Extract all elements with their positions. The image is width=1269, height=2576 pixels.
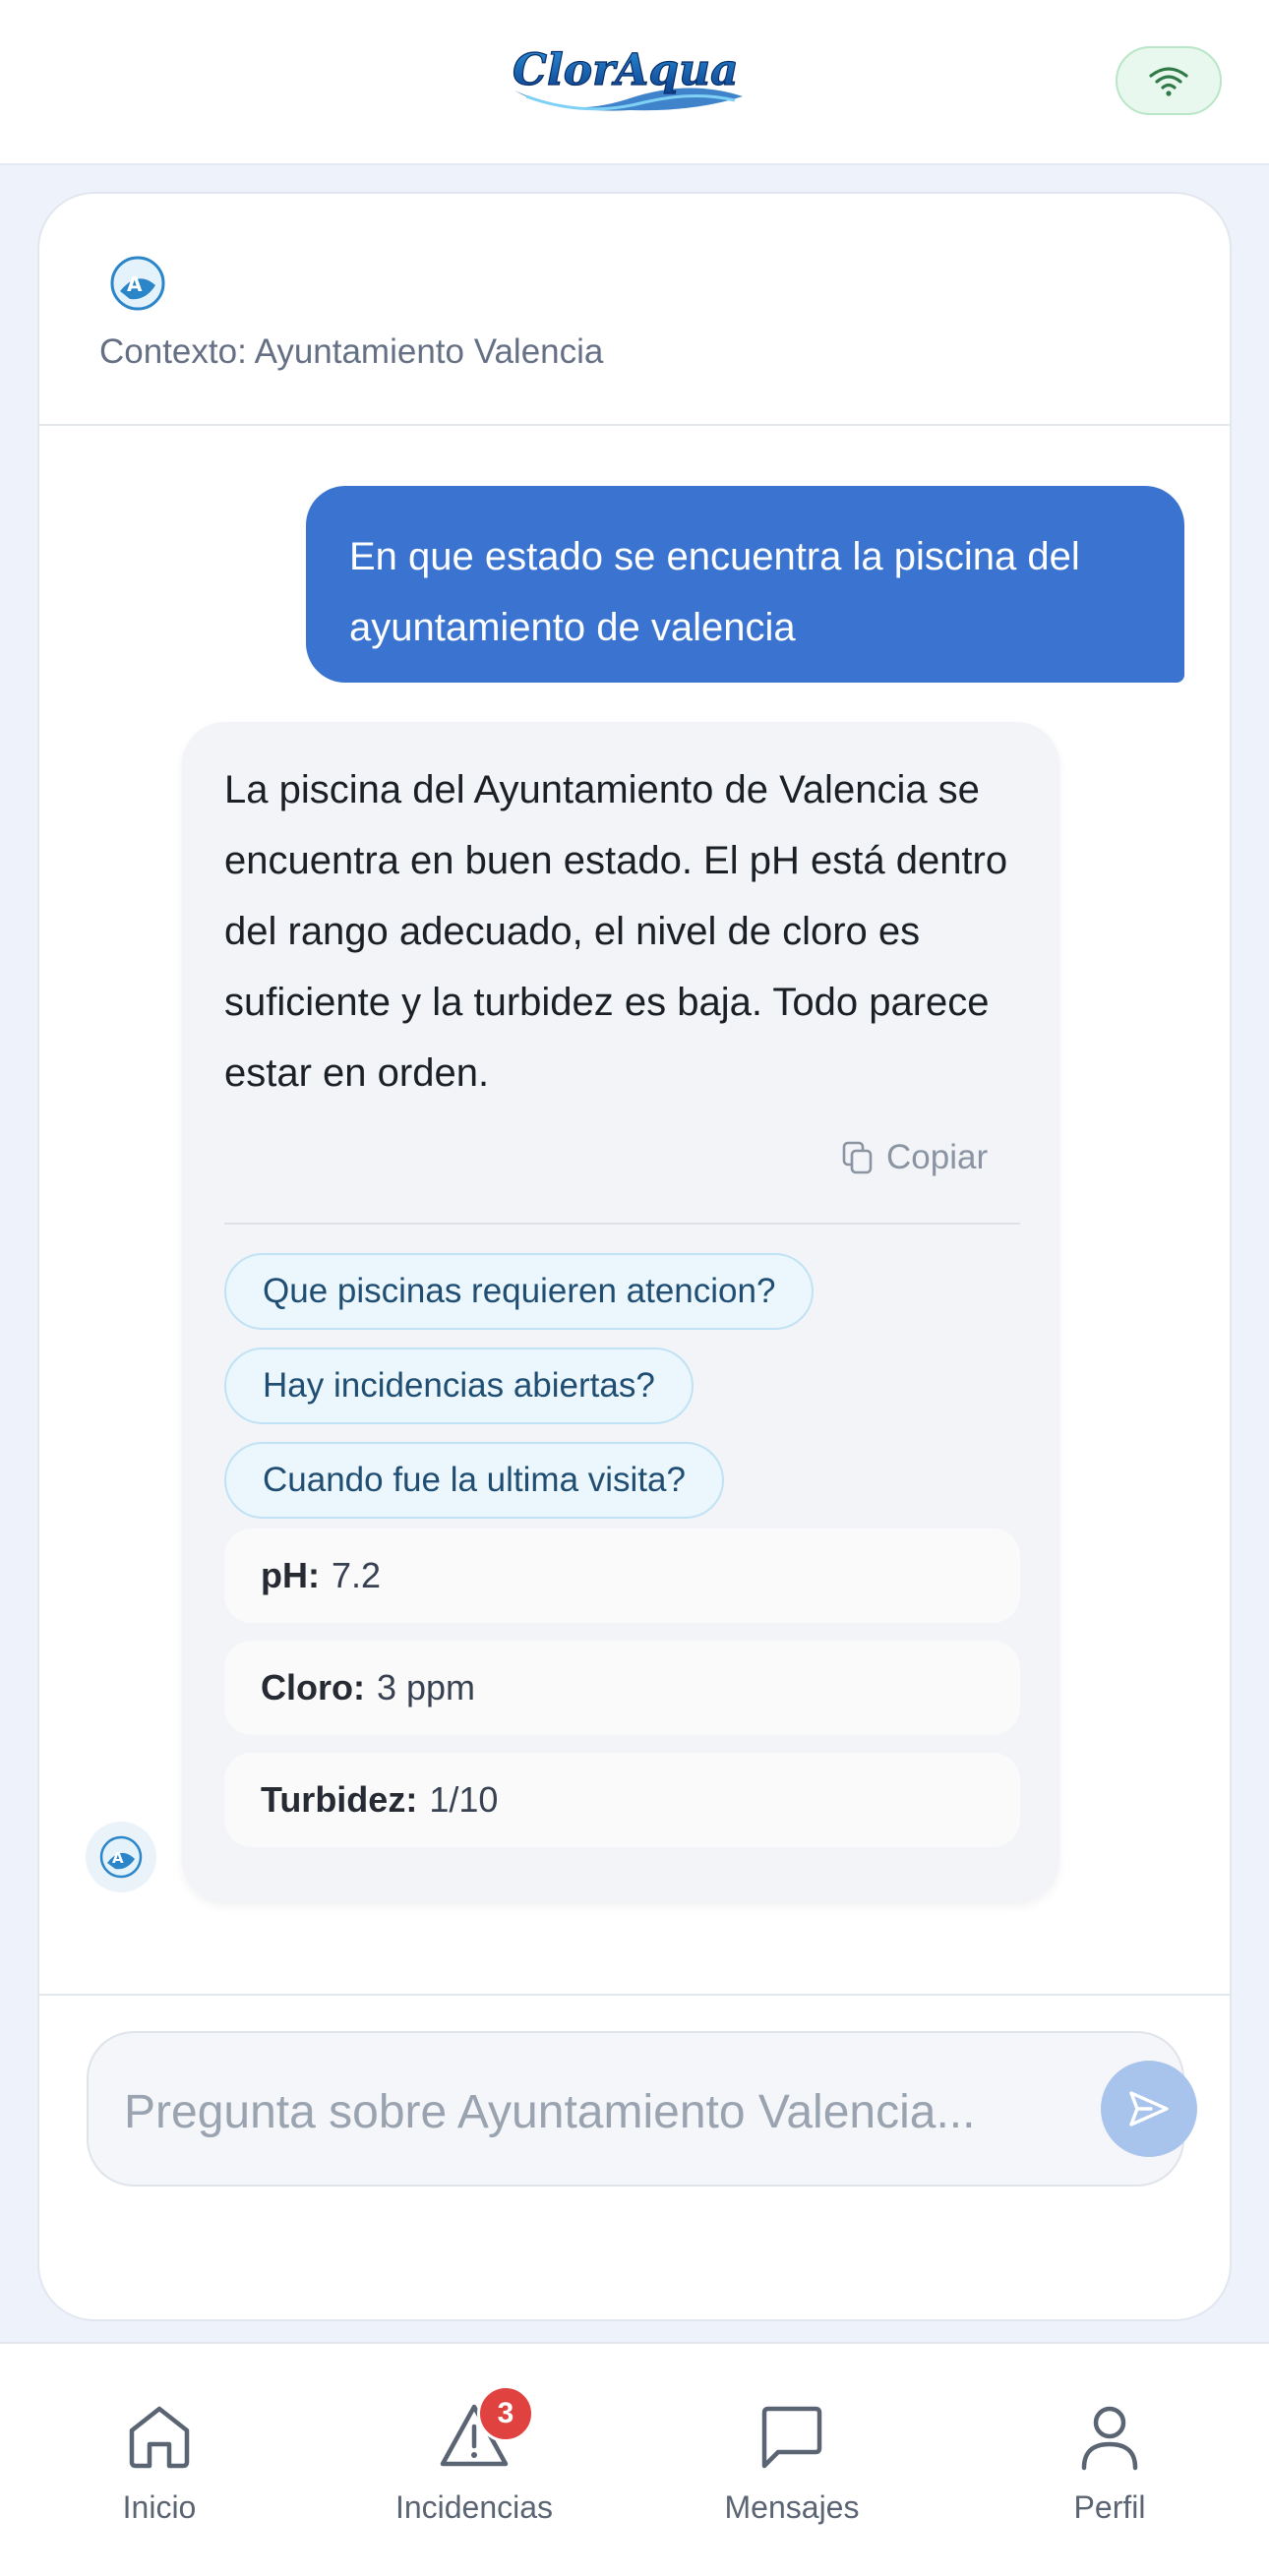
chat-context-header: A Contexto: Ayuntamiento Valencia [39, 194, 1230, 426]
metric-value: 1/10 [429, 1779, 499, 1820]
incidencias-badge: 3 [477, 2385, 534, 2442]
assistant-logo-icon: A [110, 256, 165, 311]
suggestion-chip[interactable]: Que piscinas requieren atencion? [224, 1253, 815, 1330]
bottom-navigation: Inicio Incidencias Mensajes Perfil [0, 2342, 1269, 2576]
nav-perfil[interactable]: Perfil [1001, 2344, 1218, 2576]
svg-text:A: A [127, 272, 143, 296]
metric-label: pH: [261, 1555, 320, 1595]
message-input-container [87, 2031, 1197, 2187]
message-input[interactable] [124, 2072, 1029, 2151]
home-icon [129, 2406, 190, 2469]
context-label: Contexto: Ayuntamiento Valencia [99, 332, 604, 371]
svg-text:A: A [112, 1849, 124, 1867]
metric-label: Turbidez: [261, 1779, 418, 1820]
wifi-icon [1149, 67, 1188, 96]
nav-label: Perfil [1073, 2489, 1146, 2525]
divider [224, 1223, 1020, 1225]
message-icon [761, 2406, 822, 2469]
metric-value: 7.2 [331, 1555, 382, 1595]
metric-ph: pH: 7.2 [224, 1528, 1020, 1623]
nav-label: Inicio [122, 2489, 197, 2525]
nav-label: Mensajes [724, 2489, 860, 2525]
copy-icon [842, 1141, 873, 1174]
nav-label: Incidencias [394, 2489, 554, 2525]
metric-label: Cloro: [261, 1667, 365, 1707]
chat-card: A Contexto: Ayuntamiento Valencia En que… [37, 192, 1232, 2321]
nav-inicio[interactable]: Inicio [51, 2344, 268, 2576]
nav-incidencias[interactable]: Incidencias [366, 2344, 582, 2576]
send-button[interactable] [1101, 2061, 1197, 2157]
metric-turbidez: Turbidez: 1/10 [224, 1753, 1020, 1847]
app-header: ClorAqua [0, 0, 1269, 165]
assistant-message: La piscina del Ayuntamiento de Valencia … [182, 722, 1059, 1902]
copy-label: Copiar [886, 1138, 989, 1176]
suggestion-chip[interactable]: Cuando fue la ultima visita? [224, 1442, 724, 1519]
nav-mensajes[interactable]: Mensajes [684, 2344, 900, 2576]
user-message: En que estado se encuentra la piscina de… [306, 486, 1184, 683]
copy-button[interactable]: Copiar [841, 1133, 988, 1182]
message-composer [39, 1994, 1230, 2319]
connection-status-button[interactable] [1116, 46, 1222, 115]
metric-cloro: Cloro: 3 ppm [224, 1641, 1020, 1735]
send-icon [1129, 2091, 1169, 2127]
assistant-message-text: La piscina del Ayuntamiento de Valencia … [224, 768, 1008, 1095]
suggestion-chip[interactable]: Hay incidencias abiertas? [224, 1348, 694, 1424]
user-icon [1081, 2406, 1138, 2471]
cloraqua-logo[interactable]: ClorAqua [507, 39, 753, 118]
assistant-avatar: A [86, 1822, 156, 1892]
metric-value: 3 ppm [376, 1667, 476, 1707]
assistant-logo-icon: A [99, 1835, 143, 1879]
svg-text:ClorAqua: ClorAqua [513, 45, 739, 95]
